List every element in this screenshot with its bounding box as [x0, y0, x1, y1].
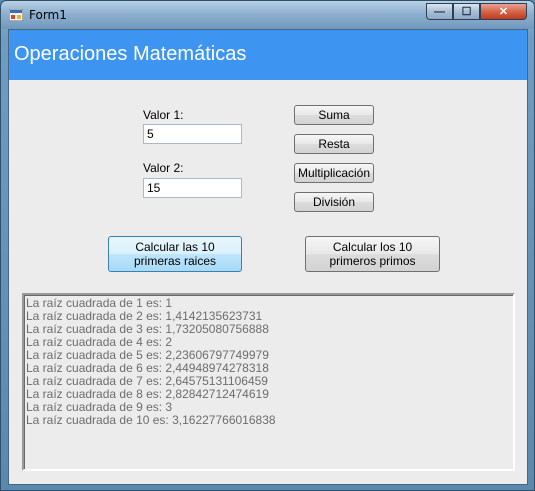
form-client-area: Operaciones Matemáticas Valor 1: 5 Valor…	[8, 29, 528, 485]
calcular-primos-button[interactable]: Calcular los 10 primeros primos	[305, 236, 440, 272]
valor1-label: Valor 1:	[143, 108, 184, 122]
form1-window: Form1 — ☐ ✕ Operaciones Matemáticas Valo…	[0, 0, 535, 491]
minimize-icon: —	[434, 5, 445, 18]
page-title: Operaciones Matemáticas	[14, 43, 247, 65]
app-icon	[9, 9, 23, 21]
header-panel: Operaciones Matemáticas	[9, 30, 527, 80]
resta-button[interactable]: Resta	[294, 134, 374, 154]
title-bar[interactable]: Form1 — ☐ ✕	[1, 1, 534, 29]
valor2-input[interactable]: 15	[143, 178, 242, 198]
close-icon: ✕	[498, 6, 509, 18]
maximize-icon: ☐	[461, 6, 472, 18]
calcular-raices-button[interactable]: Calcular las 10 primeras raices	[108, 236, 242, 272]
results-listbox[interactable]: La raíz cuadrada de 1 es: 1 La raíz cuadr…	[22, 293, 515, 471]
close-button[interactable]: ✕	[480, 3, 527, 20]
minimize-button[interactable]: —	[426, 3, 453, 20]
suma-button[interactable]: Suma	[294, 105, 374, 125]
multiplicacion-button[interactable]: Multiplicación	[294, 163, 374, 183]
list-item[interactable]: La raíz cuadrada de 10 es: 3,16227766016…	[26, 414, 511, 427]
window-title: Form1	[29, 8, 67, 22]
valor1-input[interactable]: 5	[143, 124, 242, 144]
division-button[interactable]: División	[294, 192, 374, 212]
maximize-button[interactable]: ☐	[453, 3, 480, 20]
valor2-label: Valor 2:	[143, 161, 184, 175]
